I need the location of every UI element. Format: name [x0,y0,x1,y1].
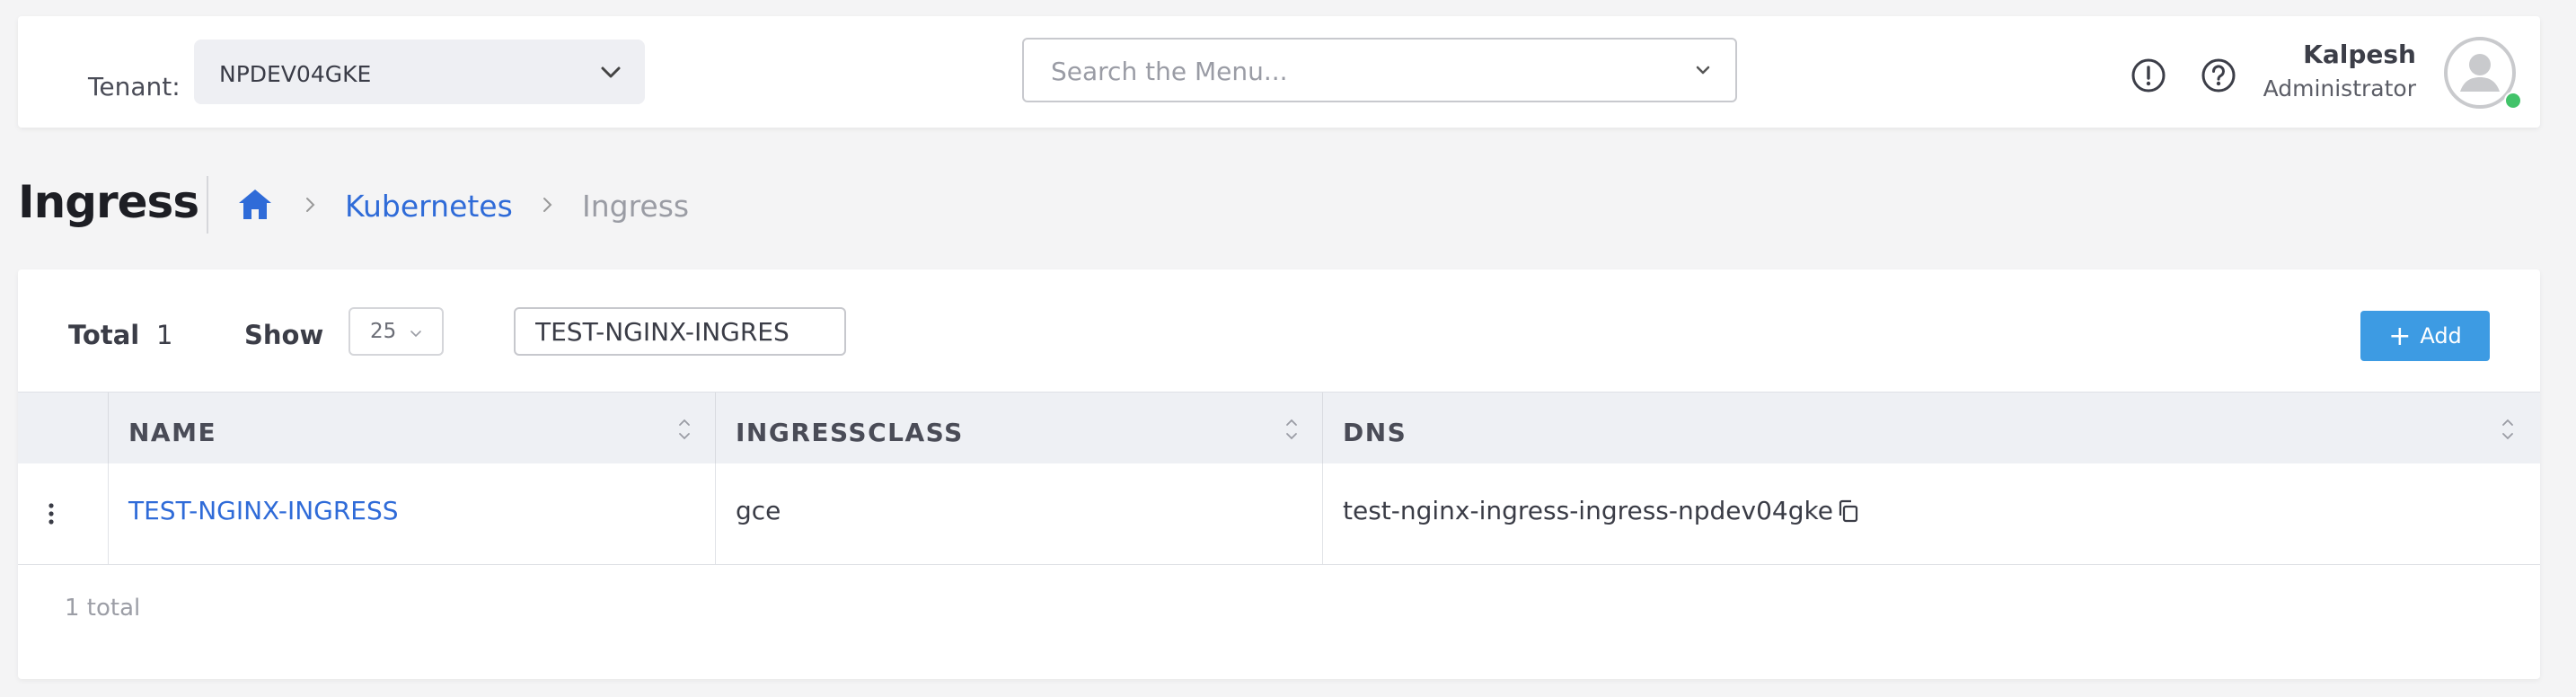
plus-icon: + [2388,320,2412,352]
column-header-label: DNS [1343,418,1407,447]
table-row: TEST-NGINX-INGRESS gce test-nginx-ingres… [18,463,2540,565]
column-header-ingressclass[interactable]: INGRESSCLASS [715,393,1323,464]
alert-circle-icon[interactable] [2130,57,2166,93]
home-icon[interactable] [235,185,275,225]
dns-value: test-nginx-ingress-ingress-npdev04gke [1343,496,1833,525]
total-count: 1 [156,320,173,350]
chevron-down-icon[interactable] [1692,59,1714,81]
user-role: Administrator [2263,75,2416,101]
column-header-label: NAME [128,418,217,447]
breadcrumb-kubernetes[interactable]: Kubernetes [345,189,513,224]
sort-icon[interactable] [676,416,693,443]
chevron-down-icon [410,331,421,338]
page-size-select[interactable]: 25 [348,307,444,356]
column-header-name[interactable]: NAME [108,393,716,464]
help-circle-icon[interactable] [2201,57,2236,93]
tenant-select-value: NPDEV04GKE [219,61,372,87]
kebab-menu-icon[interactable] [45,496,57,532]
chevron-right-icon [306,198,315,212]
page-size-value: 25 [370,320,397,343]
menu-search[interactable] [1022,38,1737,102]
name-filter-input[interactable] [514,307,846,356]
column-header-dns[interactable]: DNS [1322,393,2541,464]
ingressclass-value: gce [736,496,781,525]
page-title: Ingress [18,176,199,228]
chevron-right-icon [543,198,552,212]
column-header-label: INGRESSCLASS [736,418,964,447]
footer-total: 1 total [65,595,141,622]
tenant-label: Tenant: [88,72,181,101]
breadcrumb-current: Ingress [582,189,690,224]
table-header: NAME INGRESSCLASS DNS [18,392,2540,465]
show-label: Show [244,320,324,350]
ingress-name-link[interactable]: TEST-NGINX-INGRESS [128,496,399,525]
actions-column-header [18,393,108,464]
add-button-label: Add [2420,322,2462,348]
dns-cell: test-nginx-ingress-ingress-npdev04gke [1322,463,2541,564]
user-name: Kalpesh [2303,40,2416,69]
menu-search-input[interactable] [1049,54,1681,88]
copy-icon[interactable] [1835,498,1862,525]
online-status-indicator [2504,92,2522,110]
sort-icon[interactable] [1284,416,1300,443]
top-header: Tenant: NPDEV04GKE Kalpesh Administrator [18,16,2540,128]
row-actions-cell [18,463,108,564]
ingress-list-card: Total 1 Show 25 + Add NAME INGRESSCLASS D… [18,269,2540,679]
tenant-select[interactable]: NPDEV04GKE [194,40,645,104]
sort-icon[interactable] [2500,416,2516,443]
chevron-down-icon [601,66,621,78]
title-divider [207,176,208,234]
add-button[interactable]: + Add [2360,311,2490,361]
name-cell: TEST-NGINX-INGRESS [108,463,716,564]
total-label: Total [68,320,140,350]
ingressclass-cell: gce [715,463,1323,564]
